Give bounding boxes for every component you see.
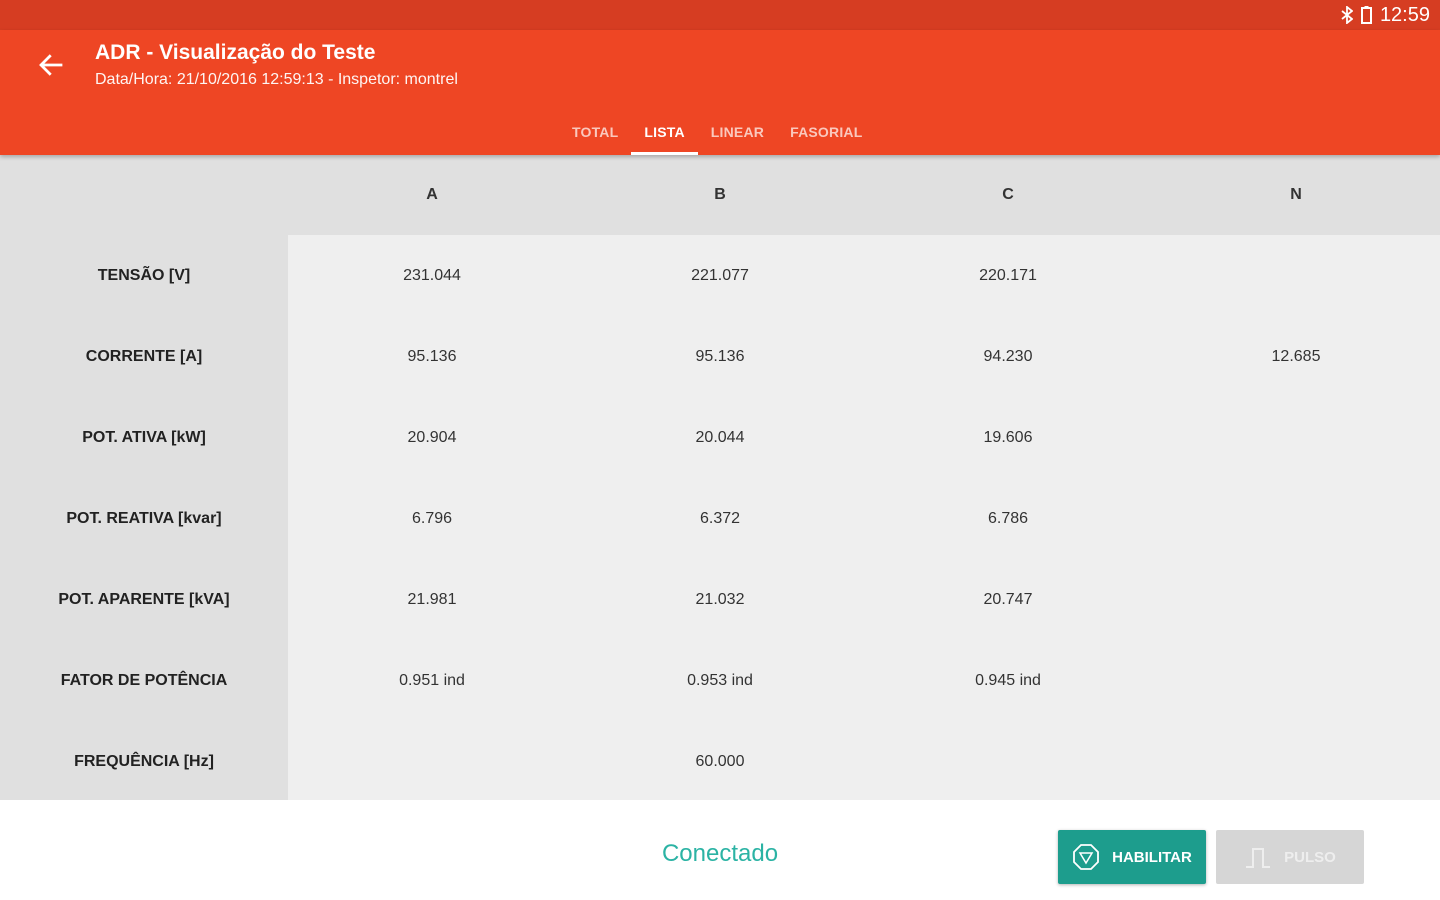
table-row: 6.796 6.372 6.786 xyxy=(288,478,1440,559)
row-label-pot-ativa: POT. ATIVA [kW] xyxy=(82,428,206,446)
table-cell: 6.372 xyxy=(699,509,741,527)
stop-sign-icon xyxy=(1073,844,1100,870)
table-cell: 6.786 xyxy=(987,509,1029,527)
row-label-frequencia: FREQUÊNCIA [Hz] xyxy=(74,752,214,770)
table-cell: 12.685 xyxy=(1271,347,1321,365)
column-header-n: N xyxy=(1290,186,1302,203)
measurement-table: A B C N TENSÃO [V] CORRENTE [A] POT. ATI… xyxy=(0,155,1440,800)
page-subtitle: Data/Hora: 21/10/2016 12:59:13 - Inspeto… xyxy=(95,71,458,88)
row-label-pot-aparente: POT. APARENTE [kVA] xyxy=(58,590,230,608)
table-row: 60.000 xyxy=(288,721,1440,802)
row-label-corrente: CORRENTE [A] xyxy=(85,347,203,365)
table-cell: 21.032 xyxy=(695,590,745,608)
row-label-tensao: TENSÃO [V] xyxy=(97,266,191,284)
table-row: 231.044 221.077 220.171 xyxy=(288,235,1440,316)
table-cell: 20.747 xyxy=(983,590,1033,608)
table-cell: 231.044 xyxy=(403,266,461,284)
table-cell xyxy=(864,721,1152,802)
enable-button-label: HABILITAR xyxy=(1112,848,1192,866)
data-grid: 231.044 221.077 220.171 95.136 95.136 94… xyxy=(288,235,1440,800)
table-row: 20.904 20.044 19.606 xyxy=(288,397,1440,478)
column-headers: A B C N xyxy=(288,155,1440,235)
column-header-c: C xyxy=(1002,186,1014,203)
tab-bar: TOTAL LISTA LINEAR FASORIAL xyxy=(559,108,875,155)
table-cell xyxy=(288,721,576,802)
tab-linear[interactable]: LINEAR xyxy=(698,108,777,155)
battery-icon xyxy=(1360,6,1372,24)
table-cell xyxy=(1152,721,1440,802)
table-cell: 21.981 xyxy=(407,590,457,608)
table-cell: 20.904 xyxy=(407,428,457,446)
tab-fasorial[interactable]: FASORIAL xyxy=(777,108,875,155)
table-cell: 95.136 xyxy=(407,347,457,365)
row-label-pot-reativa: POT. REATIVA [kvar] xyxy=(66,509,222,527)
status-bar: 12:59 xyxy=(0,0,1440,30)
table-cell: 0.945 ind xyxy=(975,671,1041,689)
app-toolbar: ADR - Visualização do Teste Data/Hora: 2… xyxy=(0,30,1440,155)
column-header-b: B xyxy=(714,186,726,203)
table-cell xyxy=(1152,478,1440,559)
table-cell: 6.796 xyxy=(411,509,453,527)
table-cell: 94.230 xyxy=(983,347,1033,365)
pulse-button-label: PULSO xyxy=(1284,848,1336,866)
row-label-fator-potencia: FATOR DE POTÊNCIA xyxy=(60,671,228,689)
table-cell: 95.136 xyxy=(695,347,745,365)
bluetooth-icon xyxy=(1341,6,1353,24)
table-cell xyxy=(1152,640,1440,721)
bottom-bar: Conectado HABILITAR PULSO xyxy=(0,800,1440,900)
table-cell: 20.044 xyxy=(695,428,745,446)
connection-status: Conectado xyxy=(661,840,779,867)
table-row: 21.981 21.032 20.747 xyxy=(288,559,1440,640)
enable-button[interactable]: HABILITAR xyxy=(1058,830,1206,884)
table-cell xyxy=(1152,559,1440,640)
table-cell: 0.953 ind xyxy=(687,671,753,689)
table-cell: 221.077 xyxy=(691,266,749,284)
table-cell xyxy=(1152,235,1440,316)
table-row: 95.136 95.136 94.230 12.685 xyxy=(288,316,1440,397)
arrow-left-icon[interactable] xyxy=(36,50,66,80)
status-time: 12:59 xyxy=(1379,3,1430,26)
tab-total[interactable]: TOTAL xyxy=(559,108,631,155)
table-cell: 220.171 xyxy=(979,266,1037,284)
status-icons: 12:59 xyxy=(1341,0,1430,30)
page-title: ADR - Visualização do Teste xyxy=(95,41,376,64)
table-cell xyxy=(1152,397,1440,478)
table-cell: 19.606 xyxy=(983,428,1033,446)
table-cell: 60.000 xyxy=(695,752,745,770)
table-cell: 0.951 ind xyxy=(399,671,465,689)
tab-lista[interactable]: LISTA xyxy=(631,108,699,155)
pulse-button[interactable]: PULSO xyxy=(1216,830,1364,884)
row-labels: TENSÃO [V] CORRENTE [A] POT. ATIVA [kW] … xyxy=(0,235,288,802)
pulse-wave-icon xyxy=(1246,848,1271,868)
table-row: 0.951 ind 0.953 ind 0.945 ind xyxy=(288,640,1440,721)
column-header-a: A xyxy=(426,186,438,203)
